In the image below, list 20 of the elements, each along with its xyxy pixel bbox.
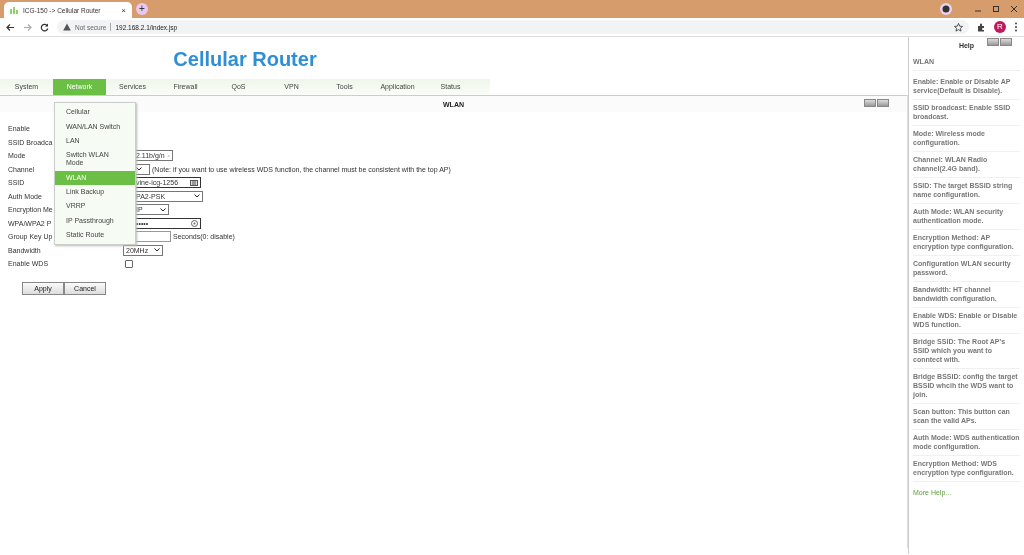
star-icon[interactable]	[954, 22, 963, 32]
eye-icon	[191, 219, 198, 227]
close-tab-button[interactable]: ×	[121, 5, 126, 15]
window-buttons-icon[interactable]	[987, 38, 1012, 46]
keyboard-icon	[190, 179, 198, 186]
puzzle-icon[interactable]	[977, 22, 986, 32]
profile-avatar[interactable]: R	[994, 21, 1006, 33]
new-tab-button[interactable]: +	[136, 3, 148, 15]
more-icon[interactable]	[1014, 22, 1018, 32]
input-field[interactable]	[134, 231, 171, 243]
extension-icon[interactable]	[940, 3, 952, 15]
reload-icon[interactable]	[40, 22, 49, 32]
close-icon[interactable]	[1010, 5, 1018, 13]
window-buttons-icon[interactable]	[864, 99, 889, 107]
back-icon[interactable]	[6, 22, 15, 32]
checkbox[interactable]	[125, 259, 133, 268]
bars-icon	[10, 6, 19, 14]
maximize-icon[interactable]	[992, 5, 1000, 13]
page-title: Cellular Router	[172, 47, 318, 72]
warning-icon	[63, 23, 71, 31]
